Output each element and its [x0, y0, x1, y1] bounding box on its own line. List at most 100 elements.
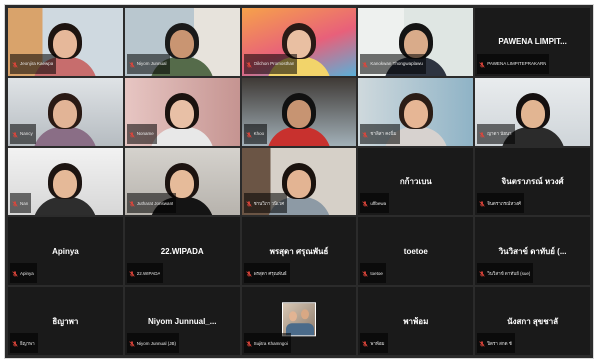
participant-tile[interactable]: 22.WIPADA 22.WIPADA [124, 217, 240, 286]
participant-name-label: จินตราภรณ์หวงศ์ [477, 193, 524, 214]
mic-muted-icon [129, 194, 135, 212]
mic-muted-icon [12, 55, 18, 73]
participant-name-label: Niyom Junnual (JB) [126, 333, 180, 353]
participant-name-label: Sujitra Khamngoi [243, 333, 291, 353]
participant-name-text: toetoe [370, 270, 383, 276]
mic-muted-icon [479, 334, 485, 352]
participant-name-text: uffbewa [370, 200, 387, 206]
mic-muted-icon [362, 194, 369, 212]
mic-muted-icon [129, 55, 135, 73]
mic-muted-icon [245, 55, 252, 73]
mic-muted-icon [129, 125, 135, 143]
participant-name-text: วินวิสาข์ ดาทับย์ (sue) [487, 270, 531, 276]
participant-name-label: uffbewa [360, 193, 390, 214]
participant-display-name: วินวิสาข์ ดาทับย์ (... [498, 246, 567, 256]
participant-name-text: พาพ้อม [370, 340, 385, 346]
participant-name-label: พรสุดา ศรุณพันธ์ [243, 263, 290, 284]
participant-figure [33, 92, 98, 146]
participant-tile[interactable]: นังสกา สุขชาลัปิตรา สกด ชั [475, 287, 590, 355]
participant-name-label: Kanokwan Thongwaplawu [360, 53, 426, 74]
participant-tile[interactable]: วินวิสาข์ ดาทับย์ (... วินวิสาข์ ดาทับย์ … [475, 217, 590, 286]
mic-muted-icon [362, 264, 369, 282]
participant-name-text: Niyom Junnual (JB) [136, 340, 177, 346]
participant-tile[interactable]: Niyom Junnual [124, 8, 240, 76]
participant-name-label: 22.WIPADA [126, 263, 164, 284]
participant-tile[interactable]: Nan [8, 147, 123, 216]
participant-tile[interactable]: ญาดา นัยนา [475, 77, 590, 146]
participant-name-label: ชาลิสา คงนิ่ม [360, 123, 400, 144]
participant-tile[interactable]: Kanokwan Thongwaplawu [358, 8, 474, 76]
participant-tile[interactable]: ธิญาพา ธิญาพา [8, 287, 123, 355]
participant-name-text: ปิตรา สกด ชั [487, 340, 512, 346]
participant-name-label: ปิตรา สกด ชั [477, 333, 515, 353]
participant-tile[interactable]: Oilchon Promosthan [241, 8, 357, 76]
participant-name-label: Nan [10, 193, 32, 214]
participant-name-label: Niyom Junnual [126, 53, 170, 74]
participant-display-name: toetoe [403, 246, 428, 256]
participant-tile[interactable]: พาพ้อม พาพ้อม [358, 287, 474, 355]
participant-tile[interactable]: Niyom Junnual_... Niyom Junnual (JB) [124, 287, 240, 355]
participant-name-text: Niyom Junnual [136, 61, 167, 67]
participant-figure [150, 92, 215, 146]
participant-name-text: Jutharat Jonswant [136, 200, 174, 206]
participant-name-text: ชาลิสา คงนิ่ม [370, 131, 397, 137]
participant-name-label: Khoo [243, 123, 268, 144]
participant-tile[interactable]: ชานวิภา วนิเวศ [241, 147, 357, 216]
participant-tile[interactable]: Nancy [8, 77, 123, 146]
participant-display-name: Niyom Junnual_... [147, 316, 217, 326]
mic-muted-icon [245, 194, 252, 212]
participant-tile[interactable]: PAWENA LIMPIT... PAWENA LIMPITEPRAKARN [475, 8, 590, 76]
participant-tile[interactable]: Sujitra Khamngoi [241, 287, 357, 355]
mic-muted-icon [479, 264, 485, 282]
mic-muted-icon [12, 264, 18, 282]
participant-name-label: ธิญาพา [10, 333, 38, 353]
mic-muted-icon [245, 334, 252, 352]
participant-name-label: toetoe [360, 263, 386, 284]
participant-display-name: พรสุดา ศรุณพันธ์ [269, 246, 329, 256]
participant-tile[interactable]: จินตราภรณ์ หวงศ์ จินตราภรณ์หวงศ์ [475, 147, 590, 216]
video-gallery-grid: Jeonjira Kaewpa Niyom Junnual Oilchon Pr… [4, 4, 594, 359]
mic-muted-icon [479, 55, 485, 73]
participant-name-label: Nancy [10, 123, 36, 144]
participant-name-text: Apinya [20, 270, 34, 276]
mic-muted-icon [362, 55, 369, 73]
participant-tile[interactable]: พรสุดา ศรุณพันธ์ พรสุดา ศรุณพันธ์ [241, 217, 357, 286]
participant-name-label: Jutharat Jonswant [126, 193, 177, 214]
participant-tile[interactable]: Apinya Apinya [8, 217, 123, 286]
participant-name-label: วินวิสาข์ ดาทับย์ (sue) [477, 263, 534, 284]
participant-figure [266, 92, 331, 146]
participant-tile[interactable]: ชาลิสา คงนิ่ม [358, 77, 474, 146]
participant-name-label: ชานวิภา วนิเวศ [243, 193, 288, 214]
participant-name-label: Jeonjira Kaewpa [10, 53, 57, 74]
participant-tile[interactable]: กก้าวเบน uffbewa [358, 147, 474, 216]
mic-muted-icon [479, 125, 485, 143]
participant-display-name: Apinya [52, 246, 79, 256]
participant-tile[interactable]: Khoo [241, 77, 357, 146]
mic-muted-icon [12, 194, 18, 212]
participant-name-text: 22.WIPADA [136, 270, 161, 276]
participant-name-text: จินตราภรณ์หวงศ์ [487, 200, 521, 206]
participant-display-name: กก้าวเบน [399, 176, 432, 186]
participant-name-text: Kanokwan Thongwaplawu [370, 61, 423, 67]
participant-tile[interactable]: Jutharat Jonswant [124, 147, 240, 216]
participant-name-label: ญาดา นัยนา [477, 123, 515, 144]
mic-muted-icon [12, 334, 18, 352]
participant-name-text: PAWENA LIMPITEPRAKARN [487, 61, 547, 67]
participant-tile[interactable]: Noname [124, 77, 240, 146]
participant-name-label: พาพ้อม [360, 333, 388, 353]
participant-figure [33, 162, 98, 216]
participant-name-label: Apinya [10, 263, 37, 284]
participant-tile[interactable]: Jeonjira Kaewpa [8, 8, 123, 76]
participant-name-label: PAWENA LIMPITEPRAKARN [477, 53, 550, 74]
participant-display-name: นังสกา สุขชาลั [507, 316, 559, 326]
participant-name-label: Oilchon Promosthan [243, 53, 298, 74]
participant-tile[interactable]: toetoe toetoe [358, 217, 474, 286]
mic-muted-icon [245, 264, 252, 282]
participant-name-text: Khoo [253, 131, 265, 137]
participant-name-text: Nancy [20, 131, 33, 137]
mic-muted-icon [129, 264, 135, 282]
participant-name-text: ธิญาพา [20, 340, 35, 346]
participant-display-name: PAWENA LIMPIT... [498, 37, 567, 47]
participant-name-text: Jeonjira Kaewpa [20, 61, 54, 67]
mic-muted-icon [129, 334, 135, 352]
